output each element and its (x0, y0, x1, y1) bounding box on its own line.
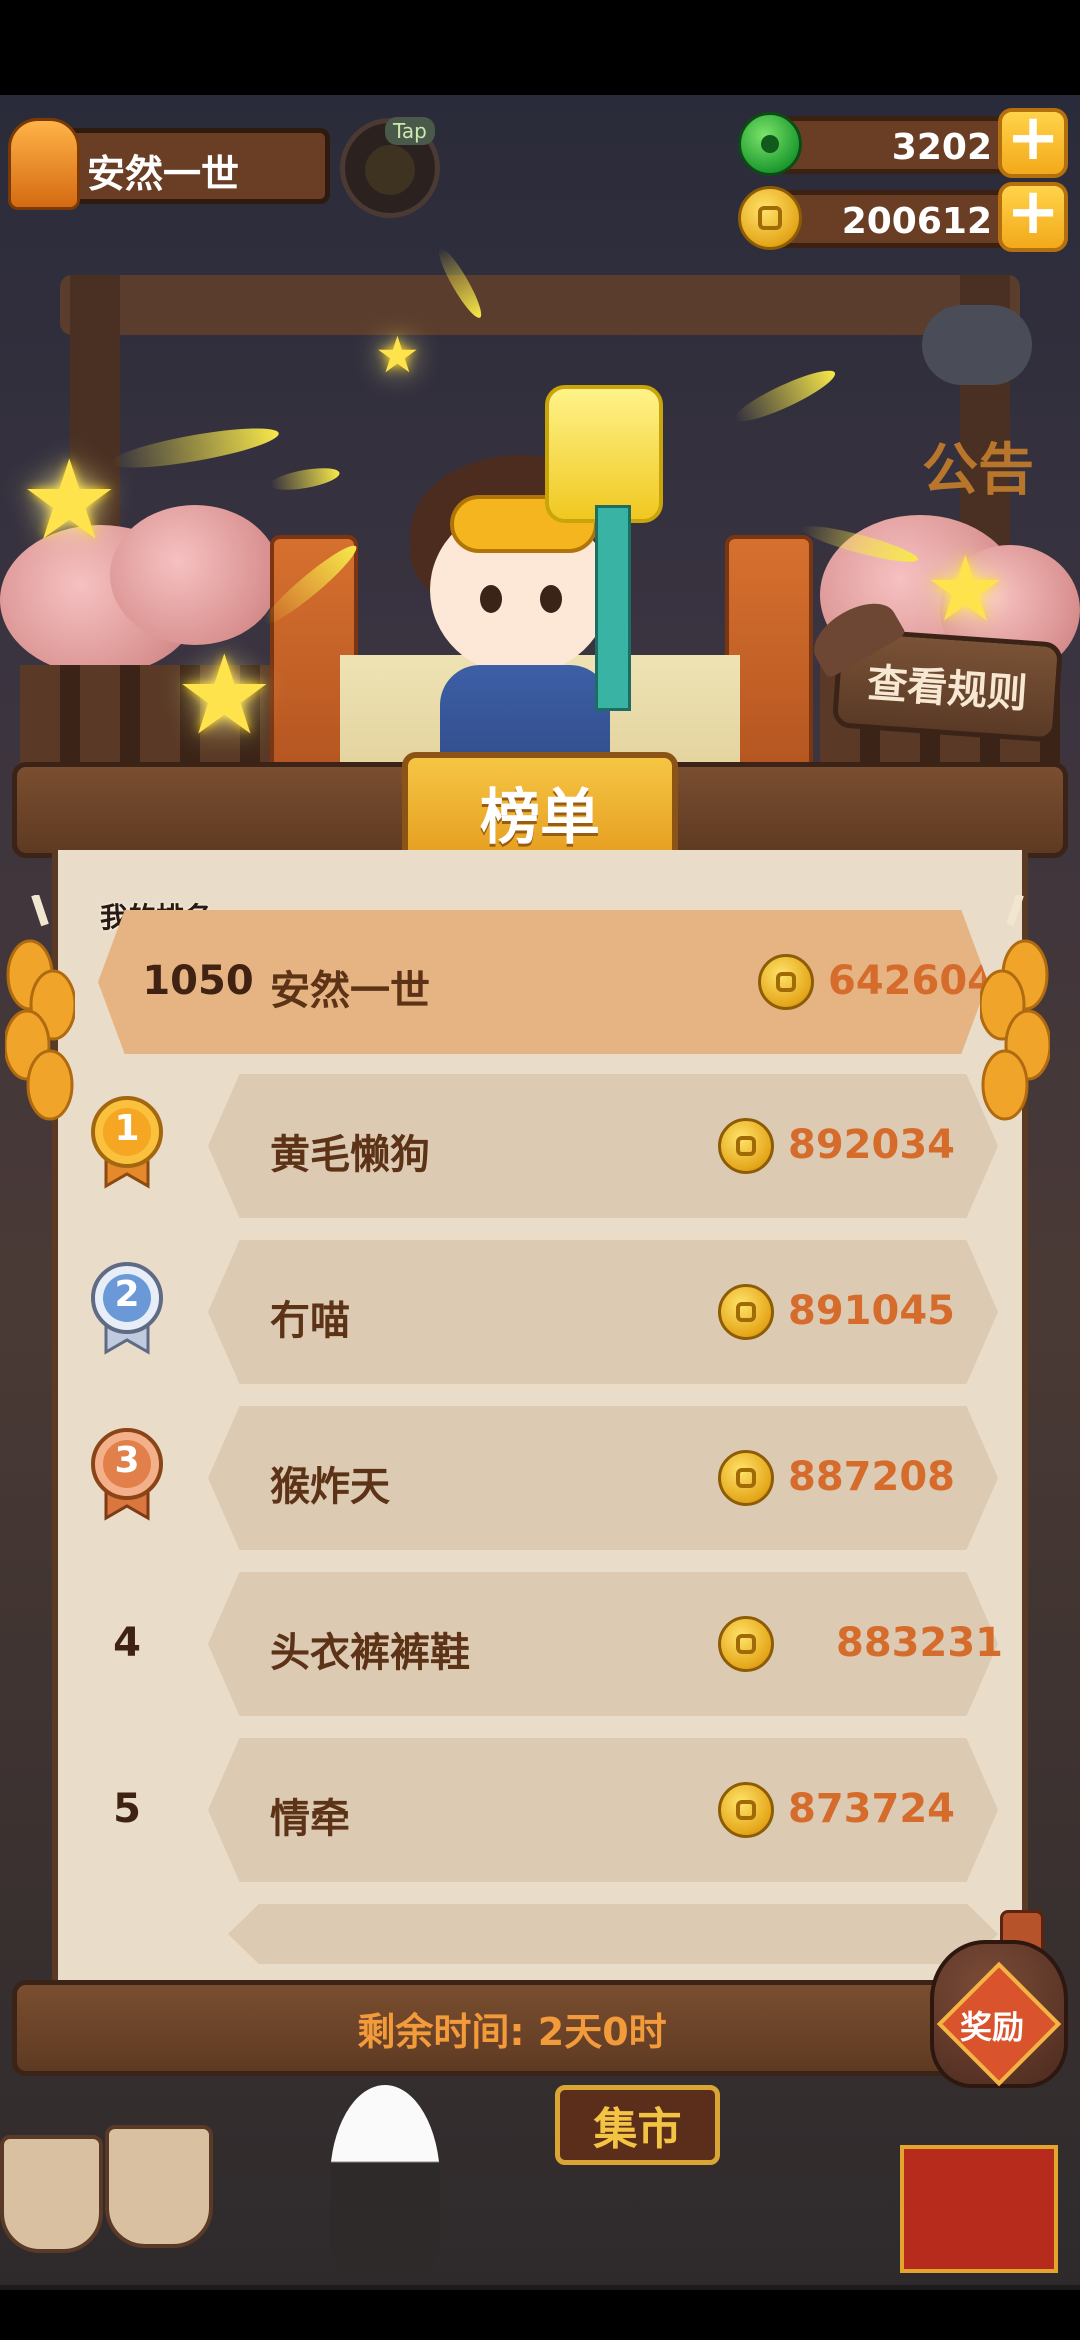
character-eye (540, 585, 562, 613)
star-icon: ★ (375, 326, 420, 384)
status-bar (0, 0, 1080, 95)
leaderboard-entry: 4 头衣裤裤鞋 883231 (58, 1572, 1022, 1716)
goose-character (330, 2085, 440, 2275)
entry-name: 情牵 (270, 1796, 350, 1842)
light-streak (109, 420, 281, 476)
silver-medal-icon: 2 (88, 1260, 166, 1356)
entry-score: 892034 (788, 1122, 955, 1168)
gold-coin-icon (718, 1616, 774, 1672)
entry-name: 黄毛懒狗 (270, 1132, 430, 1178)
my-name: 安然一世 (270, 968, 430, 1014)
add-gold-button[interactable]: + (998, 180, 1068, 252)
blossom-tree (110, 505, 280, 645)
entry-score: 873724 (788, 1786, 955, 1832)
entry-score: 883231 (836, 1620, 1003, 1666)
shovel-handle (595, 505, 631, 711)
entry-name: 头衣裤裤鞋 (270, 1630, 470, 1676)
gold-coin-icon (718, 1782, 774, 1838)
market-stall (900, 2145, 1058, 2273)
medal-rank: 2 (114, 1274, 140, 1315)
star-icon: ★ (925, 537, 1006, 642)
entry-rank: 4 (113, 1620, 141, 1666)
entry-row-partial (228, 1904, 998, 1964)
rules-button-label: 查看规则 (865, 660, 1029, 718)
character-eye (480, 585, 502, 613)
leaderboard-entry: 5 情牵 873724 (58, 1738, 1022, 1882)
light-streak (268, 464, 342, 494)
jade-currency-pill: 3202 (765, 116, 1025, 174)
gold-currency-pill: 200612 (765, 190, 1025, 248)
notice-bubble (922, 305, 1032, 385)
gate-beam (60, 275, 1020, 335)
leaderboard-board: 我的排名 1050 安然一世 642604 1 黄毛懒狗 892034 2 冇喵… (52, 850, 1028, 1980)
corn-decoration (3, 893, 77, 1121)
jade-coin-icon (738, 112, 802, 176)
entry-score: 887208 (788, 1454, 955, 1500)
gold-coin-icon (718, 1450, 774, 1506)
entry-name: 猴炸天 (270, 1464, 390, 1510)
star-icon: ★ (175, 631, 274, 759)
leaderboard-entry: 3 猴炸天 887208 (58, 1406, 1022, 1550)
player-name: 安然一世 (87, 152, 240, 196)
star-icon: ★ (20, 436, 119, 564)
light-streak (730, 362, 840, 430)
leaderboard-entry: 2 冇喵 891045 (58, 1240, 1022, 1384)
my-rank-row: 1050 安然一世 642604 (98, 910, 988, 1054)
basket (0, 2135, 103, 2253)
medal-rank: 1 (114, 1108, 140, 1149)
add-jade-button[interactable]: + (998, 106, 1068, 178)
shovel (545, 385, 663, 523)
gold-coin-icon (718, 1284, 774, 1340)
market-sign-label: 集市 (593, 2104, 682, 2155)
bronze-medal-icon: 3 (88, 1426, 166, 1522)
jade-currency-value: 3202 (891, 127, 992, 168)
market-sign: 集市 (555, 2085, 720, 2165)
leaderboard-title: 榜单 (480, 782, 600, 853)
chick-icon (365, 145, 415, 195)
gold-currency-value: 200612 (841, 201, 992, 242)
tap-label: Tap (385, 117, 435, 145)
my-rank-number: 1050 (142, 958, 254, 1004)
notice-board[interactable]: 公告 (922, 305, 1052, 515)
reward-button[interactable]: 奖励 (920, 1910, 1070, 2090)
player-avatar-icon[interactable] (8, 118, 80, 210)
leaderboard-entry: 1 黄毛懒狗 892034 (58, 1074, 1022, 1218)
corn-decoration (978, 893, 1052, 1121)
medal-rank: 3 (114, 1440, 140, 1481)
my-score: 642604 (828, 958, 995, 1004)
tap-avatar-button[interactable]: Tap (340, 117, 440, 218)
notice-label: 公告 (922, 438, 1034, 503)
timer-bar: 剩余时间: 2天0时 (12, 1980, 1012, 2076)
basket (105, 2125, 213, 2248)
remaining-time: 剩余时间: 2天0时 (357, 2009, 667, 2054)
gold-coin-icon (738, 186, 802, 250)
gold-medal-icon: 1 (88, 1094, 166, 1190)
gold-coin-icon (758, 954, 814, 1010)
navigation-bar (0, 2290, 1080, 2340)
entry-name: 冇喵 (270, 1298, 350, 1344)
reward-label: 奖励 (960, 2008, 1025, 2046)
gold-coin-icon (718, 1118, 774, 1174)
entry-rank: 5 (113, 1786, 141, 1832)
entry-score: 891045 (788, 1288, 955, 1334)
